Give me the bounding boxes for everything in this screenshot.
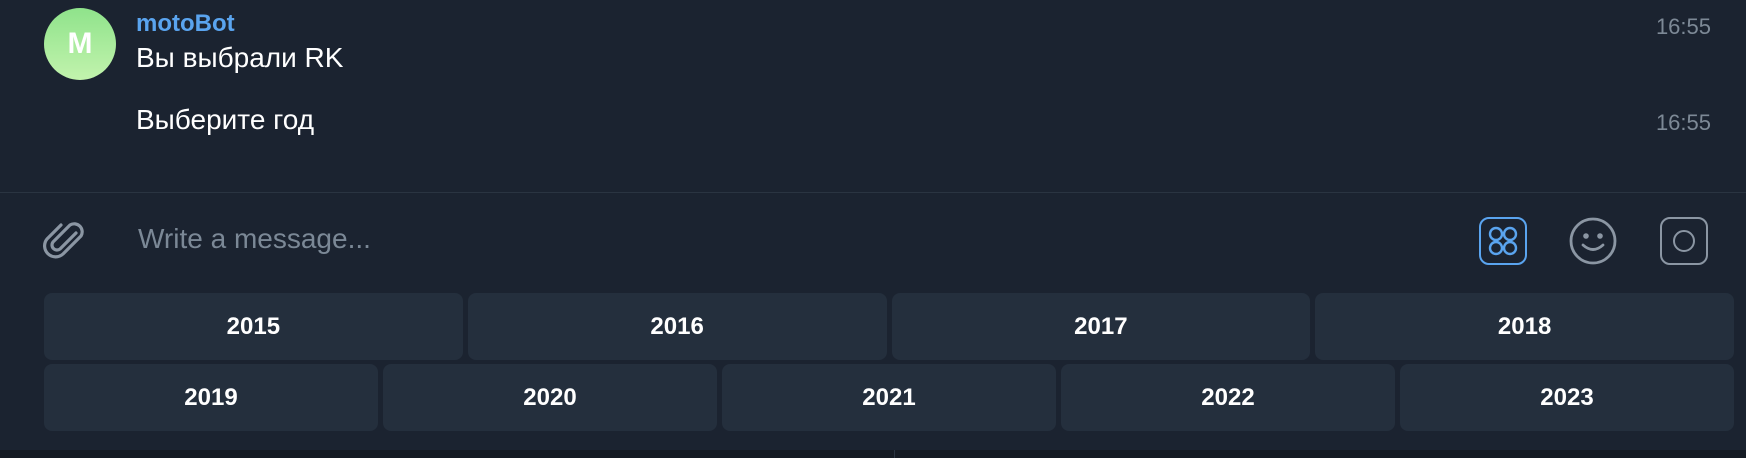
year-button-2018[interactable]: 2018 — [1315, 293, 1734, 360]
year-button-2023[interactable]: 2023 — [1400, 364, 1734, 431]
divider — [894, 450, 895, 458]
keyboard-row: 2015 2016 2017 2018 — [44, 293, 1734, 360]
avatar[interactable]: M — [44, 8, 116, 80]
message-input[interactable] — [136, 213, 1460, 265]
message-text: Вы выбрали RK — [136, 42, 344, 73]
year-button-2022[interactable]: 2022 — [1061, 364, 1395, 431]
record-button[interactable] — [1660, 217, 1708, 265]
chat-window: M motoBot Вы выбрали RK 16:55 Выберите г… — [0, 0, 1746, 458]
composer — [0, 193, 1746, 285]
keyboard-row: 2019 2020 2021 2022 2023 — [44, 364, 1734, 431]
message-time: 16:55 — [1655, 110, 1711, 135]
paperclip-icon — [43, 222, 84, 259]
year-button-2020[interactable]: 2020 — [383, 364, 717, 431]
sender-name[interactable]: motoBot — [136, 10, 235, 38]
message-list: M motoBot Вы выбрали RK 16:55 Выберите г… — [0, 0, 1746, 192]
avatar-letter: M — [67, 27, 93, 60]
emoji-icon — [1569, 217, 1617, 265]
reply-keyboard: 2015 2016 2017 2018 2019 2020 2021 2022 … — [0, 285, 1746, 451]
year-button-2017[interactable]: 2017 — [891, 293, 1311, 360]
bot-commands-button[interactable] — [1479, 217, 1527, 265]
bot-commands-icon — [1488, 226, 1518, 256]
record-icon — [1673, 230, 1695, 252]
year-button-2016[interactable]: 2016 — [467, 293, 887, 360]
bottom-strip — [0, 450, 1746, 458]
year-button-2015[interactable]: 2015 — [44, 293, 463, 360]
message-text: Выберите год — [136, 104, 315, 135]
emoji-button[interactable] — [1568, 216, 1618, 266]
attach-button[interactable] — [40, 215, 92, 267]
year-button-2021[interactable]: 2021 — [722, 364, 1056, 431]
message-time: 16:55 — [1655, 14, 1711, 39]
year-button-2019[interactable]: 2019 — [44, 364, 378, 431]
